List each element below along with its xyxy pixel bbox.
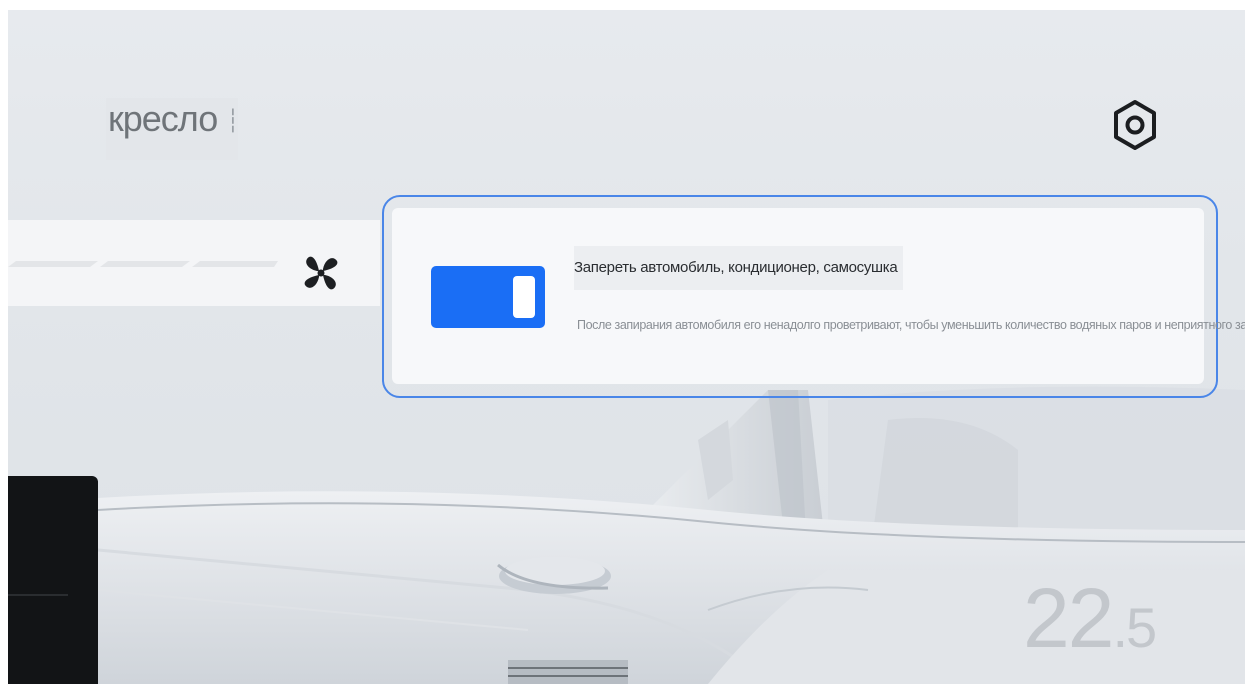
settings-button[interactable] xyxy=(1110,98,1160,152)
temperature-readout: 22.5 xyxy=(1023,570,1157,667)
toggle-knob xyxy=(513,276,535,318)
left-display-panel xyxy=(8,476,98,684)
temperature-decimal: .5 xyxy=(1112,596,1157,659)
car-settings-screen: кресло ┆ Запереть автомобиль, кондиционе… xyxy=(8,10,1245,684)
temperature-integer: 22 xyxy=(1023,571,1114,665)
page-title-text: кресло xyxy=(108,98,218,139)
fan-speed-bar[interactable] xyxy=(8,220,380,306)
text-cursor-icon: ┆ xyxy=(226,108,239,134)
page-title: кресло ┆ xyxy=(106,98,240,160)
lock-car-ac-drying-card[interactable]: Запереть автомобиль, кондиционер, самосу… xyxy=(392,208,1245,384)
card-description: После запирания автомобиля его ненадолго… xyxy=(577,318,1245,332)
panel-divider xyxy=(8,594,68,596)
fan-speed-track[interactable] xyxy=(8,260,278,268)
settings-hexagon-icon xyxy=(1114,100,1156,150)
fan-icon[interactable] xyxy=(298,250,344,296)
lock-car-ac-drying-toggle[interactable] xyxy=(431,266,545,328)
card-title: Запереть автомобиль, кондиционер, самосу… xyxy=(574,246,904,290)
